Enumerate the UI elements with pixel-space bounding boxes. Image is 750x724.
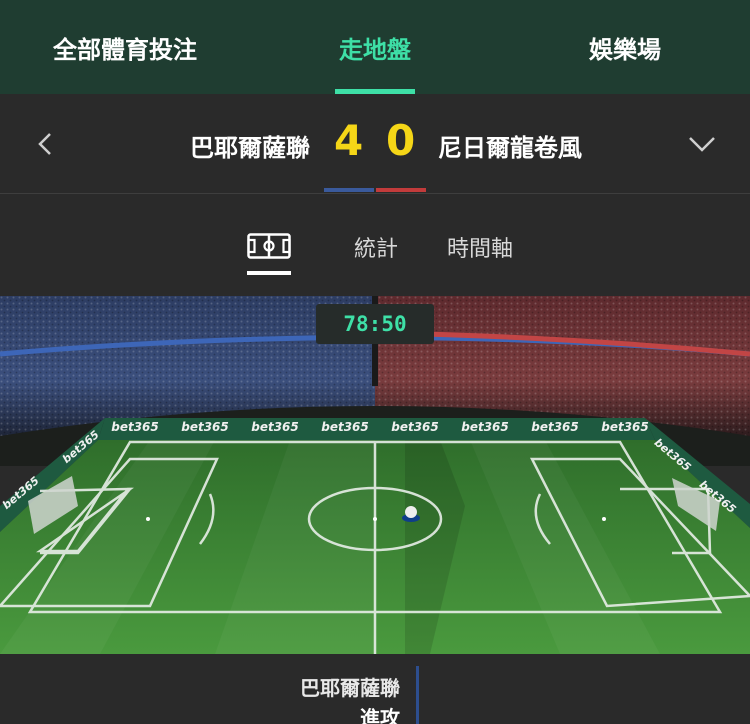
ad-board-text: bet365 [321,420,369,434]
home-team-name: 巴耶爾薩聯 [190,134,310,162]
top-navigation: 全部體育投注 走地盤 娛樂場 [0,0,750,94]
stadium-graphic [0,296,750,654]
ad-board-text: bet365 [601,420,649,434]
pitch-icon[interactable] [247,233,291,259]
ad-board-text: bet365 [461,420,509,434]
ad-board-text: bet365 [111,420,159,434]
ad-board-text: bet365 [181,420,229,434]
tab-all-sports-label: 全部體育投注 [53,35,197,64]
ad-board-text: bet365 [251,420,299,434]
ad-board-text: bet365 [391,420,439,434]
home-score: 4 [334,116,364,165]
tab-in-play-label: 走地盤 [339,35,411,64]
tab-casino[interactable]: 娛樂場 [500,0,750,94]
ad-board-text: bet365 [531,420,579,434]
tab-casino-label: 娛樂場 [589,35,661,64]
match-clock: 78:50 [316,304,434,344]
tab-timeline[interactable]: 時間軸 [447,231,513,263]
away-team-name: 尼日爾龍卷風 [438,134,582,162]
event-action: 進攻 [360,706,400,724]
live-pitch-view: bet365 bet365 bet365 bet365 bet365 bet36… [0,296,750,654]
tab-stats[interactable]: 統計 [354,231,398,263]
active-view-indicator [247,271,291,275]
away-score: 0 [386,116,416,165]
chevron-down-icon[interactable] [684,124,720,164]
tab-all-sports[interactable]: 全部體育投注 [0,0,250,94]
event-info: 巴耶爾薩聯 進攻 [0,654,750,724]
event-team-name: 巴耶爾薩聯 [300,676,400,700]
match-view-tabs: 統計 時間軸 [0,195,750,295]
tab-in-play[interactable]: 走地盤 [250,0,500,94]
team-color-divider [416,666,419,724]
scoreboard: 巴耶爾薩聯 4 0 尼日爾龍卷風 [0,94,750,194]
ad-boards: bet365 bet365 bet365 bet365 bet365 bet36… [100,417,660,437]
home-team-color-bar [324,188,374,192]
away-team-color-bar [376,188,426,192]
back-chevron-icon[interactable] [32,124,62,164]
